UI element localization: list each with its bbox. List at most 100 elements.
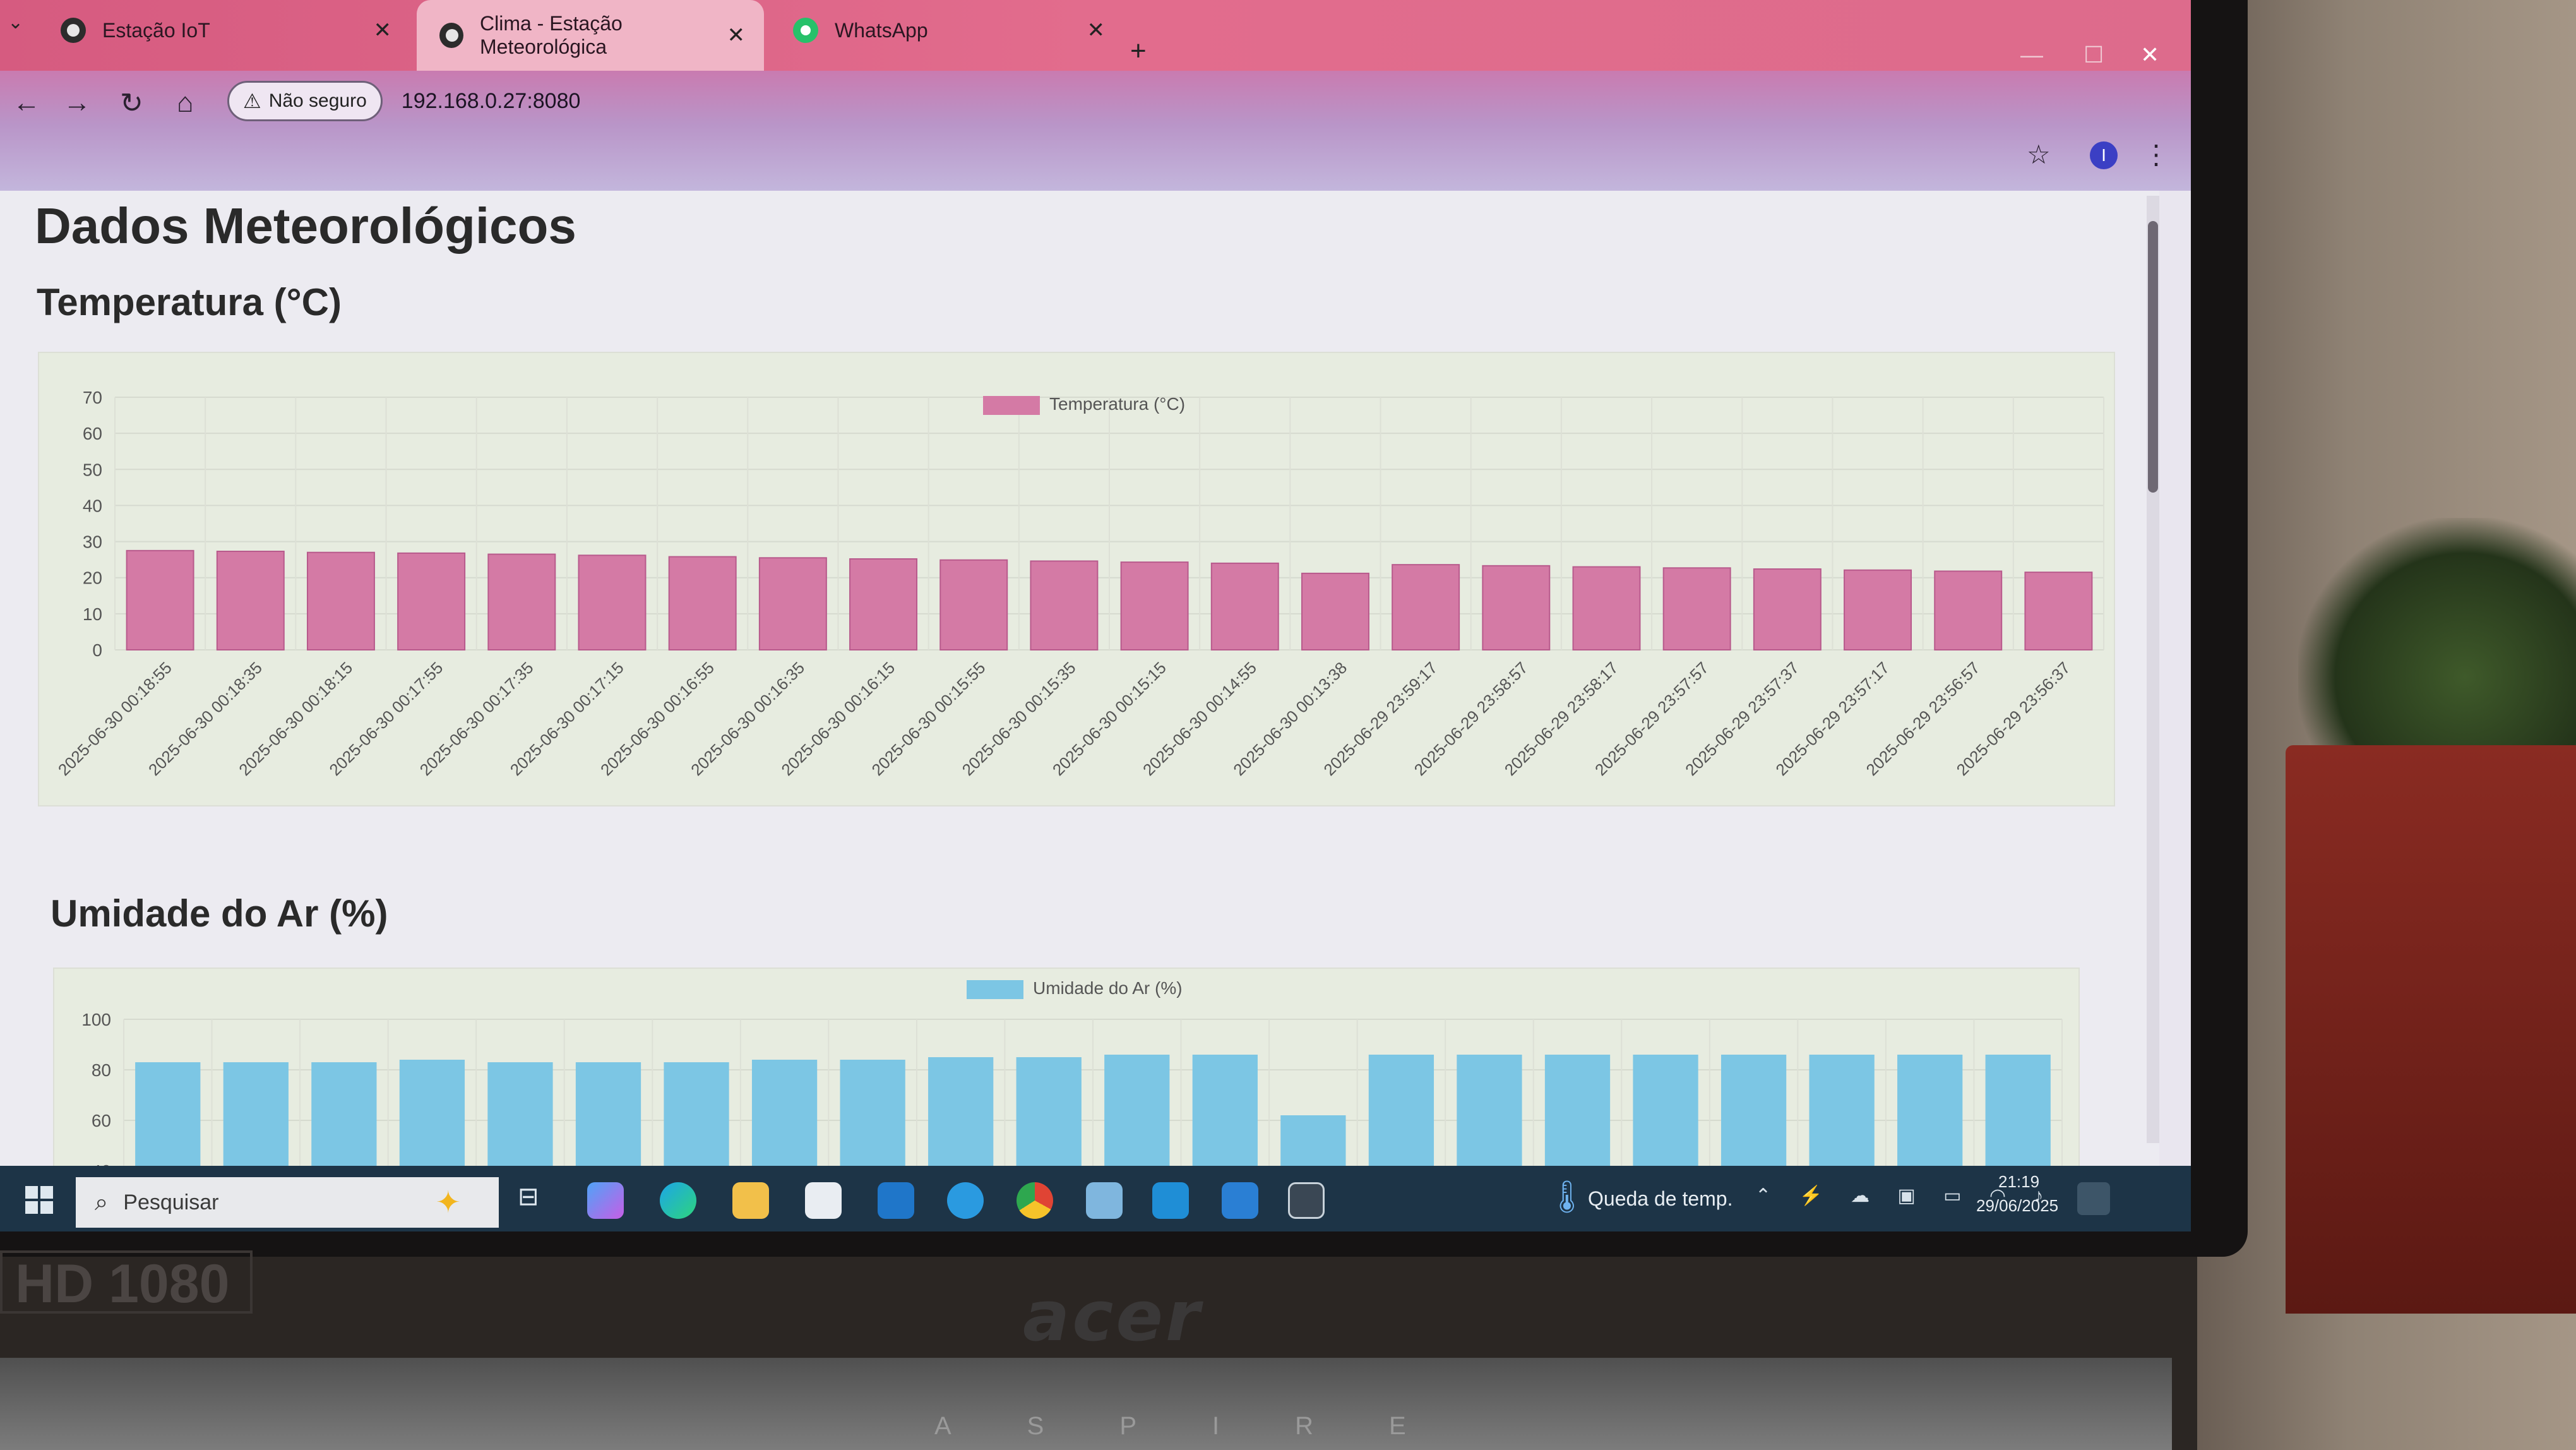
address-bar[interactable]: ⚠ Não seguro 192.168.0.27:8080 bbox=[227, 77, 1995, 125]
bar bbox=[840, 1060, 905, 1171]
bar bbox=[223, 1062, 289, 1171]
bar bbox=[399, 1060, 465, 1171]
y-tick-label: 80 bbox=[92, 1060, 111, 1080]
store-icon[interactable] bbox=[805, 1182, 842, 1219]
profile-avatar[interactable]: I bbox=[2090, 141, 2118, 169]
temperature-chart: 0 10 20 30 40 50 60 70 Temperatura (°C) 2025-06-3… bbox=[38, 352, 2115, 806]
arduino-icon[interactable] bbox=[1152, 1182, 1189, 1219]
close-icon[interactable]: ✕ bbox=[374, 18, 392, 43]
sparkle-icon: ✦ bbox=[435, 1186, 461, 1219]
bar bbox=[1897, 1055, 1963, 1171]
bar bbox=[1301, 572, 1369, 651]
taskbar: ⌕ Pesquisar ✦ ⊟ 🌡 Queda de temp. ⌃ ⚡ ☁ ▣… bbox=[0, 1166, 2191, 1231]
weather-widget-text[interactable]: Queda de temp. bbox=[1588, 1187, 1732, 1211]
maximize-icon[interactable]: ☐ bbox=[2084, 42, 2104, 68]
clock-time[interactable]: 21:19 bbox=[1998, 1172, 2039, 1192]
tab-estacao-iot[interactable]: Estação IoT ✕ bbox=[38, 0, 410, 61]
close-icon[interactable]: ✕ bbox=[1087, 18, 1106, 43]
bar bbox=[397, 552, 466, 650]
minimize-icon[interactable]: — bbox=[2020, 42, 2043, 68]
temperature-section-title: Temperatura (°C) bbox=[37, 281, 342, 323]
tab-clima-active[interactable]: Clima - Estação Meteorológica ✕ bbox=[417, 0, 764, 71]
humidity-section-title: Umidade do Ar (%) bbox=[51, 892, 388, 935]
bar bbox=[1120, 561, 1189, 650]
bar bbox=[664, 1062, 729, 1171]
bar bbox=[1662, 567, 1731, 650]
notes-icon[interactable] bbox=[1086, 1182, 1123, 1219]
y-tick-label: 60 bbox=[83, 424, 102, 443]
bar bbox=[126, 549, 194, 650]
bar bbox=[1030, 560, 1099, 650]
bar bbox=[1753, 568, 1822, 650]
edge-icon[interactable] bbox=[660, 1182, 696, 1219]
scrollbar-thumb[interactable] bbox=[2148, 221, 2158, 493]
bar bbox=[306, 551, 375, 651]
bar bbox=[1457, 1055, 1522, 1171]
y-tick-label: 70 bbox=[83, 388, 102, 407]
security-label: Não seguro bbox=[268, 90, 367, 111]
bar bbox=[939, 559, 1008, 651]
windows-start-icon[interactable] bbox=[25, 1186, 53, 1214]
bar bbox=[1192, 1055, 1258, 1171]
browser-toolbar: ← → ↻ ⌂ ⚠ Não seguro 192.168.0.27:8080 ☆… bbox=[0, 71, 2191, 191]
terminal-icon[interactable] bbox=[1288, 1182, 1325, 1219]
bar bbox=[311, 1062, 377, 1171]
bar bbox=[2024, 572, 2093, 650]
hd-sticker: HD 1080 bbox=[0, 1250, 253, 1314]
y-tick-label: 10 bbox=[83, 604, 102, 624]
bar bbox=[668, 556, 737, 651]
search-icon: ⌕ bbox=[95, 1189, 109, 1216]
vscode-icon[interactable] bbox=[1222, 1182, 1258, 1219]
screen: ⌄ Estação IoT ✕ Clima - Estação Meteorol… bbox=[0, 0, 2191, 1231]
bar bbox=[1368, 1055, 1434, 1171]
task-view-icon[interactable]: ⊟ bbox=[518, 1182, 554, 1219]
legend-label: Temperatura (°C) bbox=[1049, 394, 1185, 414]
bar bbox=[751, 1060, 818, 1171]
weather-app-icon[interactable] bbox=[947, 1182, 984, 1219]
laptop-model-label: ASPIRE bbox=[934, 1412, 1482, 1440]
page-title: Dados Meteorológicos bbox=[35, 198, 576, 254]
thermometer-icon[interactable]: 🌡 bbox=[1547, 1178, 1587, 1216]
window-close-icon[interactable]: ✕ bbox=[2140, 42, 2159, 68]
bar bbox=[1633, 1055, 1698, 1171]
url-text[interactable]: 192.168.0.27:8080 bbox=[402, 89, 581, 114]
tab-label: Clima - Estação Meteorológica bbox=[480, 12, 623, 58]
bar bbox=[1016, 1057, 1082, 1171]
copilot-icon[interactable] bbox=[587, 1182, 624, 1219]
taskbar-search-input[interactable]: ⌕ Pesquisar ✦ bbox=[76, 1177, 499, 1228]
kebab-menu-icon[interactable]: ⋮ bbox=[2143, 139, 2169, 170]
clock-date[interactable]: 29/06/2025 bbox=[1976, 1196, 2058, 1216]
bar bbox=[216, 551, 285, 650]
tab-search-chevron-icon[interactable]: ⌄ bbox=[8, 11, 23, 33]
bar bbox=[1572, 566, 1641, 651]
bar bbox=[849, 558, 918, 650]
notification-icon[interactable] bbox=[2077, 1182, 2110, 1215]
laptop-brand-logo: acer bbox=[1023, 1276, 1203, 1357]
tab-label: Estação IoT bbox=[102, 18, 210, 42]
chrome-icon[interactable] bbox=[1017, 1182, 1053, 1219]
file-explorer-icon[interactable] bbox=[732, 1182, 769, 1219]
y-tick-label: 50 bbox=[83, 460, 102, 479]
bar bbox=[1844, 569, 1912, 651]
tab-whatsapp[interactable]: WhatsApp ✕ bbox=[770, 0, 1124, 61]
bar bbox=[928, 1057, 994, 1171]
new-tab-button[interactable]: + bbox=[1130, 35, 1147, 67]
search-placeholder: Pesquisar bbox=[123, 1190, 219, 1214]
bar bbox=[758, 557, 827, 650]
legend-label: Umidade do Ar (%) bbox=[1033, 978, 1183, 998]
back-arrow-icon[interactable]: ← bbox=[13, 87, 40, 119]
y-tick-label: 100 bbox=[81, 1010, 111, 1029]
close-icon[interactable]: ✕ bbox=[727, 23, 746, 48]
bookmark-star-icon[interactable]: ☆ bbox=[2027, 139, 2051, 170]
reload-icon[interactable]: ↻ bbox=[120, 87, 143, 119]
tab-strip: ⌄ Estação IoT ✕ Clima - Estação Meteorol… bbox=[0, 0, 2191, 71]
security-chip[interactable]: ⚠ Não seguro bbox=[227, 81, 383, 121]
bar bbox=[1934, 570, 2003, 650]
forward-arrow-icon[interactable]: → bbox=[63, 87, 91, 119]
home-icon[interactable]: ⌂ bbox=[177, 87, 194, 119]
temperature-chart-svg: 010203040506070 Temperatura (°C)2025-06-3… bbox=[54, 388, 2104, 779]
outlook-icon[interactable] bbox=[878, 1182, 914, 1219]
bar bbox=[578, 554, 647, 650]
globe-icon bbox=[61, 18, 86, 43]
legend-swatch bbox=[967, 980, 1023, 999]
